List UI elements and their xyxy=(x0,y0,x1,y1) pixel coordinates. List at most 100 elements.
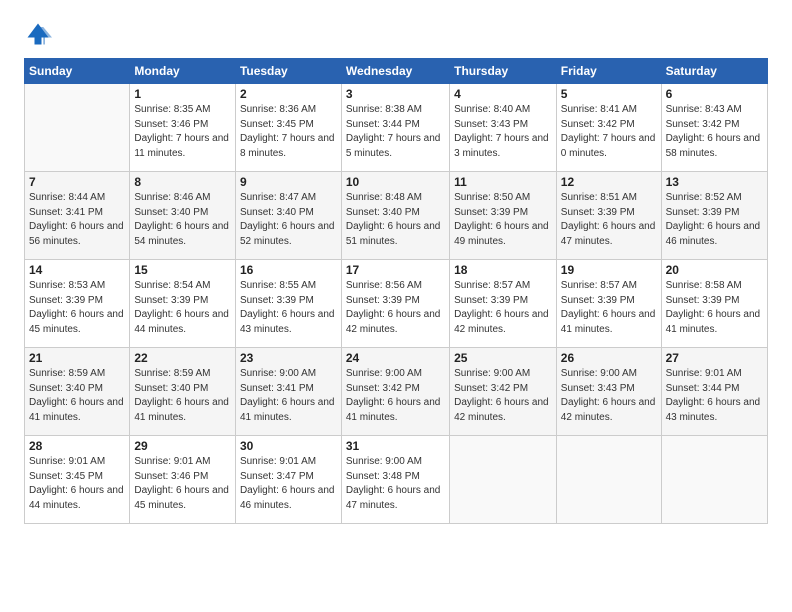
day-cell: 3Sunrise: 8:38 AMSunset: 3:44 PMDaylight… xyxy=(341,84,449,172)
day-info: Sunrise: 8:57 AMSunset: 3:39 PMDaylight:… xyxy=(561,279,657,337)
day-number: 16 xyxy=(240,263,337,277)
day-cell: 28Sunrise: 9:01 AMSunset: 3:45 PMDayligh… xyxy=(25,436,130,524)
day-cell: 27 Sunrise: 9:01 AMSunset: 3:44 PMDayligh… xyxy=(661,348,767,436)
day-info: Sunrise: 8:38 AMSunset: 3:44 PMDaylight:… xyxy=(346,103,445,161)
day-number: 7 xyxy=(29,175,125,189)
day-info: Sunrise: 8:55 AMSunset: 3:39 PMDaylight:… xyxy=(240,279,337,337)
day-cell: 8 Sunrise: 8:46 AMSunset: 3:40 PMDaylight… xyxy=(130,172,236,260)
day-cell: 24 Sunrise: 9:00 AMSunset: 3:42 PMDayligh… xyxy=(341,348,449,436)
day-cell: 17Sunrise: 8:56 AMSunset: 3:39 PMDayligh… xyxy=(341,260,449,348)
day-cell: 15 Sunrise: 8:54 AMSunset: 3:39 PMDayligh… xyxy=(130,260,236,348)
day-info: Sunrise: 8:43 AMSunset: 3:42 PMDaylight:… xyxy=(666,103,763,161)
day-info: Sunrise: 8:46 AMSunset: 3:40 PMDaylight:… xyxy=(134,191,231,249)
day-info: Sunrise: 8:59 AMSunset: 3:40 PMDaylight:… xyxy=(134,367,231,425)
day-info: Sunrise: 8:58 AMSunset: 3:39 PMDaylight:… xyxy=(666,279,763,337)
day-cell: 6 Sunrise: 8:43 AMSunset: 3:42 PMDaylight… xyxy=(661,84,767,172)
day-number: 11 xyxy=(454,175,552,189)
day-number: 4 xyxy=(454,87,552,101)
day-info: Sunrise: 8:40 AMSunset: 3:43 PMDaylight:… xyxy=(454,103,552,161)
day-info: Sunrise: 8:59 AMSunset: 3:40 PMDaylight:… xyxy=(29,367,125,425)
week-row-1: 1 Sunrise: 8:35 AMSunset: 3:46 PMDaylight… xyxy=(25,84,768,172)
day-number: 31 xyxy=(346,439,445,453)
day-cell: 9Sunrise: 8:47 AMSunset: 3:40 PMDaylight… xyxy=(235,172,341,260)
day-info: Sunrise: 8:52 AMSunset: 3:39 PMDaylight:… xyxy=(666,191,763,249)
day-info: Sunrise: 8:53 AMSunset: 3:39 PMDaylight:… xyxy=(29,279,125,337)
weekday-header-sunday: Sunday xyxy=(25,59,130,84)
day-number: 15 xyxy=(134,263,231,277)
day-number: 12 xyxy=(561,175,657,189)
day-cell: 25Sunrise: 9:00 AMSunset: 3:42 PMDayligh… xyxy=(450,348,557,436)
week-row-2: 7 Sunrise: 8:44 AMSunset: 3:41 PMDaylight… xyxy=(25,172,768,260)
week-row-4: 21Sunrise: 8:59 AMSunset: 3:40 PMDayligh… xyxy=(25,348,768,436)
day-cell: 18Sunrise: 8:57 AMSunset: 3:39 PMDayligh… xyxy=(450,260,557,348)
day-info: Sunrise: 8:51 AMSunset: 3:39 PMDaylight:… xyxy=(561,191,657,249)
day-cell: 31 Sunrise: 9:00 AMSunset: 3:48 PMDayligh… xyxy=(341,436,449,524)
day-info: Sunrise: 9:00 AMSunset: 3:41 PMDaylight:… xyxy=(240,367,337,425)
day-number: 24 xyxy=(346,351,445,365)
day-cell: 21Sunrise: 8:59 AMSunset: 3:40 PMDayligh… xyxy=(25,348,130,436)
day-info: Sunrise: 8:35 AMSunset: 3:46 PMDaylight:… xyxy=(134,103,231,161)
day-info: Sunrise: 8:44 AMSunset: 3:41 PMDaylight:… xyxy=(29,191,125,249)
day-cell: 26Sunrise: 9:00 AMSunset: 3:43 PMDayligh… xyxy=(556,348,661,436)
weekday-header-saturday: Saturday xyxy=(661,59,767,84)
day-cell: 20Sunrise: 8:58 AMSunset: 3:39 PMDayligh… xyxy=(661,260,767,348)
calendar-table: SundayMondayTuesdayWednesdayThursdayFrid… xyxy=(24,58,768,524)
day-number: 1 xyxy=(134,87,231,101)
day-number: 23 xyxy=(240,351,337,365)
day-cell: 4 Sunrise: 8:40 AMSunset: 3:43 PMDaylight… xyxy=(450,84,557,172)
day-cell: 5Sunrise: 8:41 AMSunset: 3:42 PMDaylight… xyxy=(556,84,661,172)
day-cell: 19Sunrise: 8:57 AMSunset: 3:39 PMDayligh… xyxy=(556,260,661,348)
day-cell: 13 Sunrise: 8:52 AMSunset: 3:39 PMDayligh… xyxy=(661,172,767,260)
day-number: 2 xyxy=(240,87,337,101)
day-cell: 11 Sunrise: 8:50 AMSunset: 3:39 PMDayligh… xyxy=(450,172,557,260)
day-number: 22 xyxy=(134,351,231,365)
day-cell: 30 Sunrise: 9:01 AMSunset: 3:47 PMDayligh… xyxy=(235,436,341,524)
day-cell: 1 Sunrise: 8:35 AMSunset: 3:46 PMDaylight… xyxy=(130,84,236,172)
day-number: 18 xyxy=(454,263,552,277)
day-cell: 23 Sunrise: 9:00 AMSunset: 3:41 PMDayligh… xyxy=(235,348,341,436)
day-number: 27 xyxy=(666,351,763,365)
day-cell xyxy=(556,436,661,524)
day-info: Sunrise: 9:00 AMSunset: 3:42 PMDaylight:… xyxy=(346,367,445,425)
day-info: Sunrise: 8:50 AMSunset: 3:39 PMDaylight:… xyxy=(454,191,552,249)
day-cell: 14Sunrise: 8:53 AMSunset: 3:39 PMDayligh… xyxy=(25,260,130,348)
day-number: 28 xyxy=(29,439,125,453)
day-info: Sunrise: 9:00 AMSunset: 3:48 PMDaylight:… xyxy=(346,455,445,513)
day-info: Sunrise: 8:56 AMSunset: 3:39 PMDaylight:… xyxy=(346,279,445,337)
day-info: Sunrise: 8:54 AMSunset: 3:39 PMDaylight:… xyxy=(134,279,231,337)
day-cell: 29 Sunrise: 9:01 AMSunset: 3:46 PMDayligh… xyxy=(130,436,236,524)
day-cell: 12 Sunrise: 8:51 AMSunset: 3:39 PMDayligh… xyxy=(556,172,661,260)
day-info: Sunrise: 9:01 AMSunset: 3:44 PMDaylight:… xyxy=(666,367,763,425)
day-cell: 16 Sunrise: 8:55 AMSunset: 3:39 PMDayligh… xyxy=(235,260,341,348)
day-cell xyxy=(661,436,767,524)
day-number: 6 xyxy=(666,87,763,101)
day-info: Sunrise: 9:00 AMSunset: 3:42 PMDaylight:… xyxy=(454,367,552,425)
day-info: Sunrise: 8:48 AMSunset: 3:40 PMDaylight:… xyxy=(346,191,445,249)
logo-icon xyxy=(24,20,52,48)
weekday-header-wednesday: Wednesday xyxy=(341,59,449,84)
weekday-header-friday: Friday xyxy=(556,59,661,84)
day-info: Sunrise: 8:36 AMSunset: 3:45 PMDaylight:… xyxy=(240,103,337,161)
week-row-5: 28Sunrise: 9:01 AMSunset: 3:45 PMDayligh… xyxy=(25,436,768,524)
day-number: 29 xyxy=(134,439,231,453)
day-number: 5 xyxy=(561,87,657,101)
day-cell: 22 Sunrise: 8:59 AMSunset: 3:40 PMDayligh… xyxy=(130,348,236,436)
day-cell: 7 Sunrise: 8:44 AMSunset: 3:41 PMDaylight… xyxy=(25,172,130,260)
weekday-header-monday: Monday xyxy=(130,59,236,84)
day-cell: 10 Sunrise: 8:48 AMSunset: 3:40 PMDayligh… xyxy=(341,172,449,260)
day-number: 9 xyxy=(240,175,337,189)
day-cell xyxy=(450,436,557,524)
day-number: 13 xyxy=(666,175,763,189)
day-number: 10 xyxy=(346,175,445,189)
day-info: Sunrise: 9:01 AMSunset: 3:47 PMDaylight:… xyxy=(240,455,337,513)
logo xyxy=(24,20,56,48)
day-number: 30 xyxy=(240,439,337,453)
week-row-3: 14Sunrise: 8:53 AMSunset: 3:39 PMDayligh… xyxy=(25,260,768,348)
day-cell xyxy=(25,84,130,172)
header xyxy=(24,20,768,48)
calendar-page: SundayMondayTuesdayWednesdayThursdayFrid… xyxy=(0,0,792,612)
weekday-header-thursday: Thursday xyxy=(450,59,557,84)
day-cell: 2 Sunrise: 8:36 AMSunset: 3:45 PMDaylight… xyxy=(235,84,341,172)
day-number: 8 xyxy=(134,175,231,189)
day-info: Sunrise: 9:01 AMSunset: 3:46 PMDaylight:… xyxy=(134,455,231,513)
